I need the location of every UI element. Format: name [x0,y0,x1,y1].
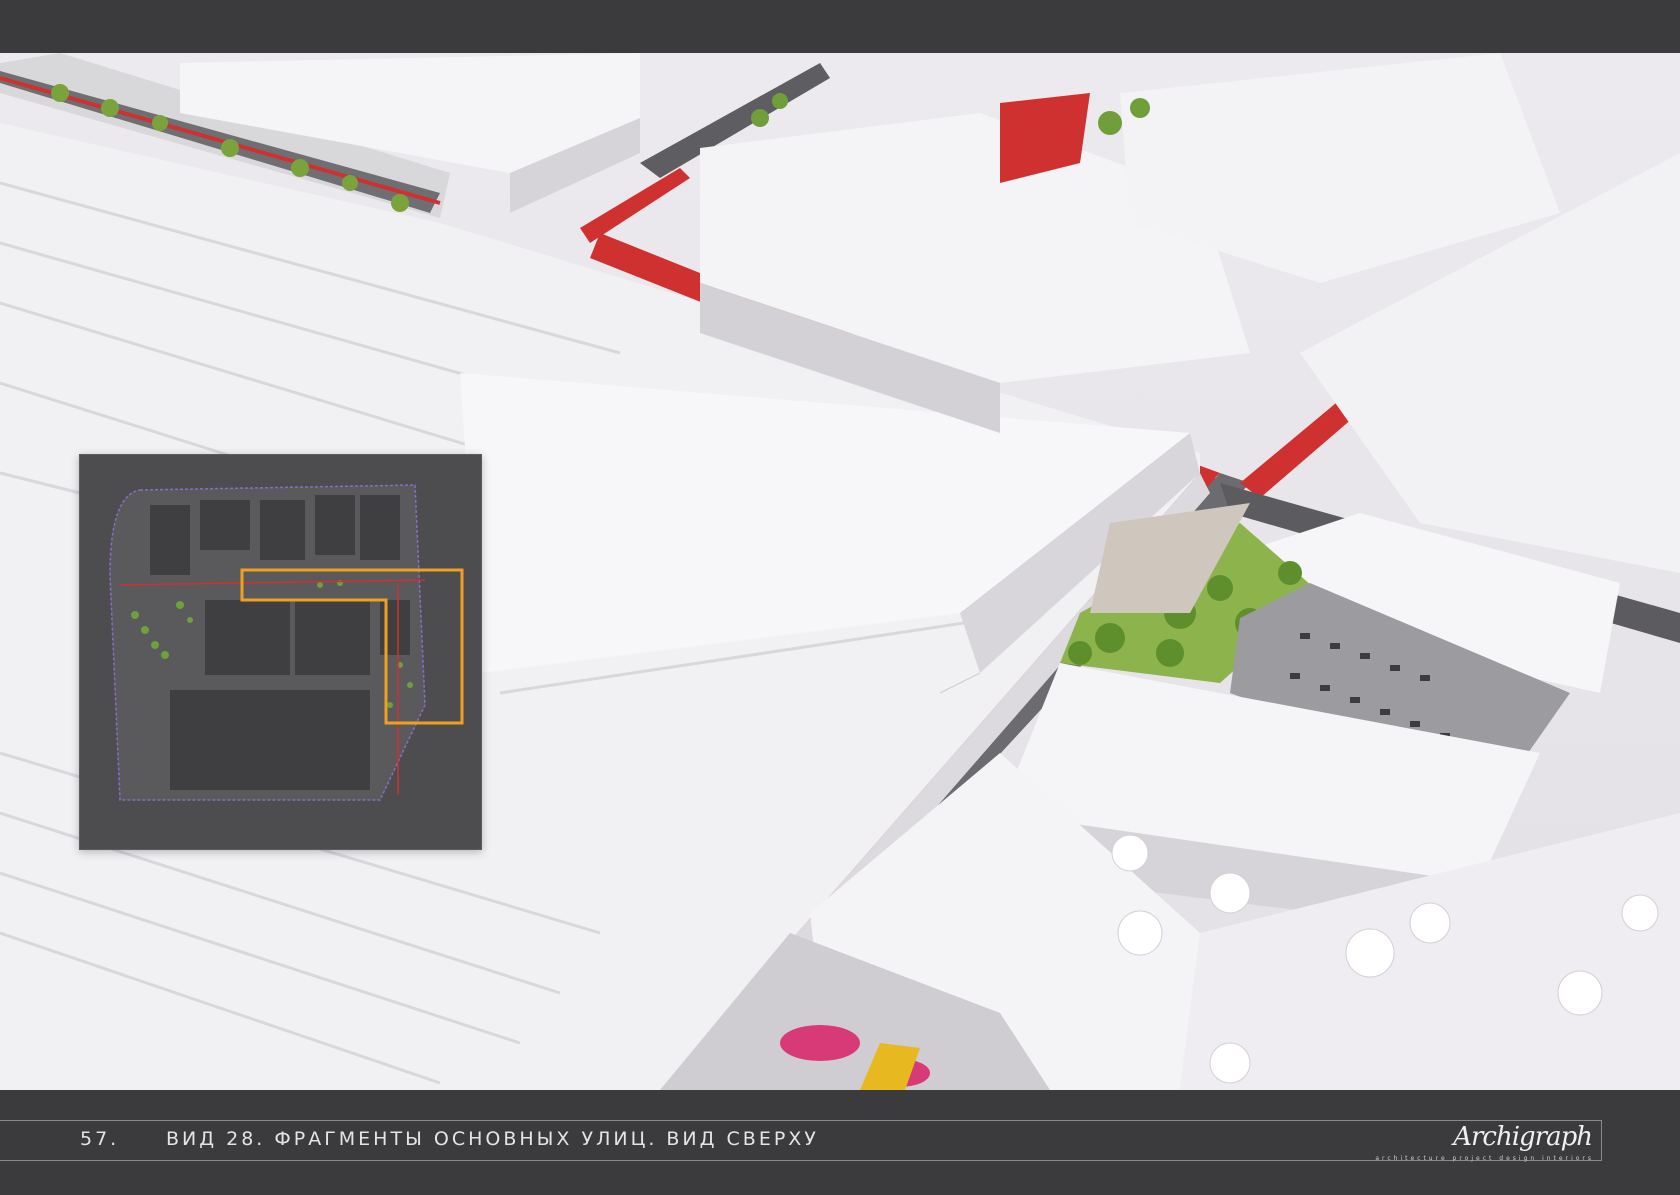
site-plan [80,455,481,849]
slide-footer: 57. ВИД 28. ФРАГМЕНТЫ ОСНОВНЫХ УЛИЦ. ВИД… [0,1090,1680,1195]
presentation-slide: 57. ВИД 28. ФРАГМЕНТЫ ОСНОВНЫХ УЛИЦ. ВИД… [0,0,1680,1195]
aerial-render [0,53,1680,1090]
logo-signature: Archigraph [1453,1122,1593,1152]
archigraph-logo: Archigraph architecture project design i… [1375,1122,1598,1162]
site-plan-minimap [79,454,482,850]
logo-tagline: architecture project design interiors [1375,1155,1594,1162]
footer-divider-top [0,1120,1602,1121]
footer-divider-vertical [1601,1120,1602,1161]
page-number: 57. [80,1128,120,1150]
plaza-accent-pink [780,1025,860,1061]
slide-caption: ВИД 28. ФРАГМЕНТЫ ОСНОВНЫХ УЛИЦ. ВИД СВЕ… [166,1128,819,1150]
